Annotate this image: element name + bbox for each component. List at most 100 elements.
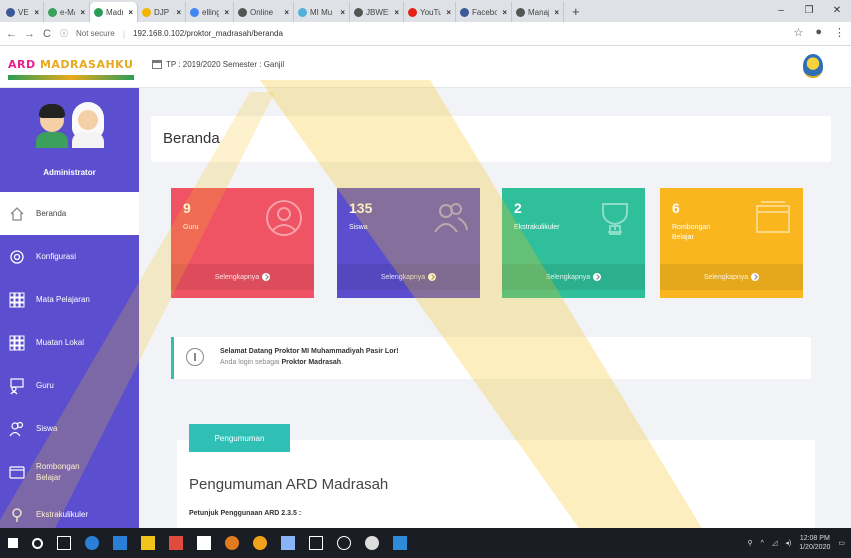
sidebar-item-ekstrakulikuler[interactable]: Ekstrakulikuler xyxy=(0,493,139,528)
home-icon xyxy=(8,205,26,223)
favicon-icon xyxy=(190,7,199,17)
users-icon xyxy=(430,198,470,238)
store-icon[interactable] xyxy=(141,536,155,550)
not-secure-label[interactable]: Not secure xyxy=(76,29,115,38)
stat-more-link[interactable]: Selengkapnya xyxy=(502,264,645,290)
time-text: 12:08 PM xyxy=(799,535,830,542)
sidebar-item-siswa[interactable]: Siswa xyxy=(0,407,139,450)
close-tab-icon[interactable]: × xyxy=(128,8,133,17)
settings-icon[interactable] xyxy=(365,536,379,550)
edge-icon[interactable] xyxy=(85,536,99,550)
tab-label: DJP Or xyxy=(154,7,171,17)
app-logo[interactable]: ARD MADRASAHKU xyxy=(8,55,134,80)
app-header: ARD MADRASAHKU TP : 2019/2020 Semester :… xyxy=(0,46,851,88)
tab-label: Online xyxy=(250,7,274,17)
sidebar-menu: Beranda Konfigurasi Mata Pelajaran Muatan L… xyxy=(0,192,139,528)
close-tab-icon[interactable]: × xyxy=(80,8,85,17)
browser-tab[interactable]: MI Mu × xyxy=(294,2,350,22)
volume-icon[interactable]: ◂) xyxy=(785,539,791,547)
tab-label: Facebo xyxy=(472,7,498,17)
app-icon[interactable] xyxy=(113,536,127,550)
url-field[interactable]: 192.168.0.102/proktor_madrasah/beranda xyxy=(133,29,283,38)
task-view-icon[interactable] xyxy=(57,536,71,550)
start-icon[interactable] xyxy=(8,538,18,548)
sidebar-item-label: Beranda xyxy=(36,209,67,218)
restore-button[interactable]: ❐ xyxy=(795,0,823,22)
sidebar-item-label: Siswa xyxy=(36,424,58,433)
close-tab-icon[interactable]: × xyxy=(34,8,39,17)
favicon-icon xyxy=(460,7,469,17)
pin-icon xyxy=(8,506,26,524)
sidebar-item-mata-pelajaran[interactable]: Mata Pelajaran xyxy=(0,278,139,321)
more-label: Selengkapnya xyxy=(545,273,591,281)
firefox-icon[interactable] xyxy=(225,536,239,550)
sidebar-item-muatan-lokal[interactable]: Muatan Lokal xyxy=(0,321,139,364)
browser-tab[interactable]: Manaj × xyxy=(512,2,564,22)
browser-tab[interactable]: DJP Or × xyxy=(138,2,186,22)
search-icon[interactable] xyxy=(32,537,43,549)
star-icon[interactable]: ☆ xyxy=(793,26,803,39)
browser-tab[interactable]: Online × xyxy=(234,2,294,22)
browser-tab[interactable]: e-Ma × xyxy=(44,2,90,22)
minimize-button[interactable]: – xyxy=(767,0,795,22)
close-window-button[interactable]: ✕ xyxy=(823,0,851,22)
stat-more-link[interactable]: Selengkapnya xyxy=(660,264,803,290)
title-card: Beranda xyxy=(151,116,831,162)
browser-tab[interactable]: Facebo × xyxy=(456,2,512,22)
browser-tab[interactable]: VERVAL × xyxy=(2,2,44,22)
favicon-icon xyxy=(48,7,57,17)
close-tab-icon[interactable]: × xyxy=(284,8,289,17)
grid-icon xyxy=(8,334,26,352)
welcome-alert: Selamat Datang Proktor MI Muhammadiyah P… xyxy=(171,337,811,379)
favicon-icon xyxy=(516,7,525,17)
close-tab-icon[interactable]: × xyxy=(502,8,507,17)
info-icon[interactable]: ⓘ xyxy=(60,28,68,39)
arrow-circle-icon xyxy=(262,273,271,281)
app-icon[interactable] xyxy=(169,536,183,550)
date-text: 1/20/2020 xyxy=(799,544,831,551)
sidebar-profile: Administrator xyxy=(0,88,139,192)
chevron-up-icon[interactable]: ^ xyxy=(761,540,764,547)
stat-more-link[interactable]: Selengkapnya xyxy=(171,264,314,290)
stat-card-rombongan-belajar: 6 Rombongan Belajar Selengkapnya xyxy=(660,188,803,298)
mail-icon[interactable] xyxy=(197,536,211,550)
sidebar-item-guru[interactable]: Guru xyxy=(0,364,139,407)
close-tab-icon[interactable]: × xyxy=(446,8,451,17)
stat-more-link[interactable]: Selengkapnya xyxy=(337,264,480,290)
sidebar-item-beranda[interactable]: Beranda xyxy=(0,192,139,235)
browser-tab[interactable]: YouTu × xyxy=(404,2,456,22)
photos-icon[interactable] xyxy=(309,536,323,550)
close-tab-icon[interactable]: × xyxy=(554,8,559,17)
close-tab-icon[interactable]: × xyxy=(224,8,229,17)
back-icon[interactable]: ← xyxy=(6,28,17,40)
announcement-tab[interactable]: Pengumuman xyxy=(189,424,290,452)
close-tab-icon[interactable]: × xyxy=(176,8,181,17)
extension-icon[interactable]: ● xyxy=(815,26,822,39)
app-icon[interactable] xyxy=(393,536,407,550)
clock[interactable]: 12:08 PM 1/20/2020 xyxy=(799,534,830,552)
arrow-circle-icon xyxy=(751,273,760,281)
close-tab-icon[interactable]: × xyxy=(394,8,399,17)
chrome-icon[interactable] xyxy=(253,536,267,550)
app-icon[interactable] xyxy=(337,536,351,550)
menu-icon[interactable]: ⋮ xyxy=(834,26,845,39)
reload-icon[interactable]: C xyxy=(42,28,52,40)
welcome-title: Selamat Datang Proktor MI Muhammadiyah P… xyxy=(220,348,399,355)
network-icon[interactable]: ◿ xyxy=(772,539,777,547)
stat-label: Guru xyxy=(183,224,199,231)
announcement-title: Pengumuman ARD Madrasah xyxy=(189,476,389,493)
user-emblem-icon[interactable] xyxy=(803,54,823,78)
forward-icon[interactable]: → xyxy=(24,28,35,40)
browser-tab[interactable]: JBWEB × xyxy=(350,2,404,22)
browser-tab[interactable]: elling × xyxy=(186,2,234,22)
app-icon[interactable] xyxy=(281,536,295,550)
sidebar-item-rombongan-belajar[interactable]: Rombongan Belajar xyxy=(0,450,139,493)
favicon-icon xyxy=(6,7,15,17)
browser-tab[interactable]: Madra × xyxy=(90,2,138,22)
windows-taskbar: ⚲ ^ ◿ ◂) 12:08 PM 1/20/2020 ▭ xyxy=(0,528,851,558)
people-icon[interactable]: ⚲ xyxy=(748,539,753,547)
sidebar-item-konfigurasi[interactable]: Konfigurasi xyxy=(0,235,139,278)
new-tab-button[interactable]: + xyxy=(564,2,588,22)
close-tab-icon[interactable]: × xyxy=(340,8,345,17)
notification-icon[interactable]: ▭ xyxy=(838,539,845,547)
